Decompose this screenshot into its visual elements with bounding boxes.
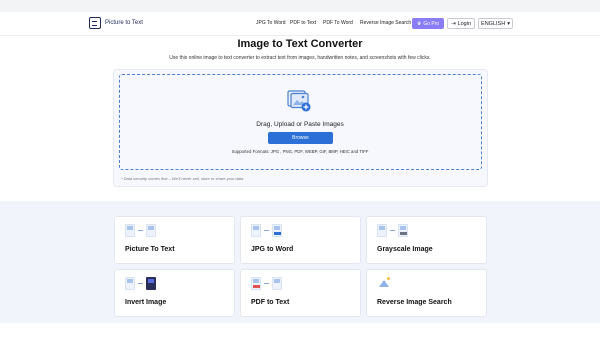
image-upload-icon <box>287 90 311 112</box>
login-icon: ⇥ <box>450 20 456 27</box>
logo-text: Picture to Text <box>105 20 143 26</box>
security-note: * Data security comes first – We'll neve… <box>121 176 244 181</box>
word-file-icon <box>272 224 282 237</box>
tool-thumbnail <box>125 224 156 237</box>
pdf-file-icon <box>251 277 261 290</box>
go-pro-label: Go Pro <box>423 20 440 27</box>
nav-pdf-to-text[interactable]: PDF to Text <box>290 20 316 26</box>
tool-thumbnail <box>251 277 282 290</box>
page-title: Image to Text Converter <box>237 38 363 50</box>
login-button[interactable]: ⇥ Login <box>447 18 475 29</box>
site-logo[interactable]: Picture to Text <box>89 17 143 29</box>
page-subtitle: Use this online image to text converter … <box>169 55 431 61</box>
text-file-icon <box>272 277 282 290</box>
login-label: Login <box>457 20 472 27</box>
tool-card-jpg-to-word[interactable]: JPG to Word <box>240 216 361 264</box>
tool-card-label: JPG to Word <box>251 246 294 253</box>
tool-card-label: Picture To Text <box>125 246 175 253</box>
tool-card-picture-to-text[interactable]: Picture To Text <box>114 216 235 264</box>
language-select[interactable]: ENGLISH ▾ <box>478 18 513 29</box>
tool-thumbnail <box>251 224 282 237</box>
site-header: Picture to Text JPG To Word PDF to Text … <box>0 12 600 36</box>
language-label: ENGLISH <box>481 20 506 27</box>
chevron-down-icon: ▾ <box>507 20 510 27</box>
scan-text-icon <box>89 17 101 29</box>
arrow-right-icon <box>138 283 143 284</box>
tool-thumbnail <box>377 224 408 237</box>
text-file-icon <box>146 224 156 237</box>
browse-button[interactable]: Browse <box>268 132 333 144</box>
tool-card-label: Grayscale Image <box>377 246 433 253</box>
image-file-icon <box>377 224 387 237</box>
tool-card-invert-image[interactable]: Invert Image <box>114 269 235 317</box>
crown-icon: ♛ <box>416 20 422 27</box>
nav-reverse-image-search[interactable]: Reverse Image Search <box>360 20 411 26</box>
tool-card-label: Reverse Image Search <box>377 299 452 306</box>
tool-thumbnail <box>377 277 391 287</box>
browser-top-strip <box>0 0 600 12</box>
jpg-file-icon <box>251 224 261 237</box>
image-file-icon <box>125 224 135 237</box>
tool-card-reverse-image-search[interactable]: Reverse Image Search <box>366 269 487 317</box>
nav-jpg-to-word[interactable]: JPG To Word <box>256 20 286 26</box>
nav-pdf-to-word[interactable]: PDF To Word <box>323 20 353 26</box>
arrow-right-icon <box>264 283 269 284</box>
go-pro-button[interactable]: ♛ Go Pro <box>412 18 444 29</box>
tool-thumbnail <box>125 277 156 290</box>
drag-instructions: Drag, Upload or Paste Images <box>256 121 344 128</box>
arrow-right-icon <box>390 230 395 231</box>
tool-card-pdf-to-text[interactable]: PDF to Text <box>240 269 361 317</box>
grayscale-file-icon <box>398 224 408 237</box>
arrow-right-icon <box>264 230 269 231</box>
tool-card-label: Invert Image <box>125 299 167 306</box>
landscape-image-icon <box>377 277 391 287</box>
image-file-icon <box>125 277 135 290</box>
supported-formats: Supported Formats: JPG , PNG, PDF, WEBP,… <box>231 149 369 154</box>
tool-card-grayscale-image[interactable]: Grayscale Image <box>366 216 487 264</box>
inverted-image-icon <box>146 277 156 290</box>
arrow-right-icon <box>138 230 143 231</box>
tool-card-label: PDF to Text <box>251 299 290 306</box>
